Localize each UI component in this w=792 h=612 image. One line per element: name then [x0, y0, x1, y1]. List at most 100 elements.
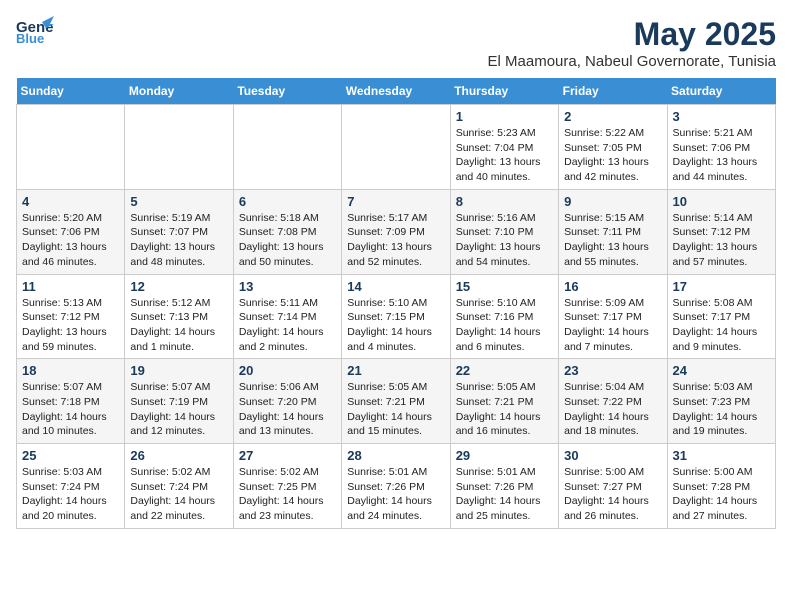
calendar-cell: 22 Sunrise: 5:05 AM Sunset: 7:21 PM Dayli… — [450, 359, 558, 444]
calendar-cell: 11 Sunrise: 5:13 AM Sunset: 7:12 PM Dayli… — [17, 274, 125, 359]
calendar-cell: 5 Sunrise: 5:19 AM Sunset: 7:07 PM Daylig… — [125, 189, 233, 274]
day-info: Sunrise: 5:02 AM Sunset: 7:24 PM Dayligh… — [130, 465, 227, 524]
day-info: Sunrise: 5:03 AM Sunset: 7:24 PM Dayligh… — [22, 465, 119, 524]
calendar-cell — [17, 105, 125, 190]
day-info: Sunrise: 5:19 AM Sunset: 7:07 PM Dayligh… — [130, 211, 227, 270]
header-thursday: Thursday — [450, 78, 558, 105]
header-friday: Friday — [559, 78, 667, 105]
day-info: Sunrise: 5:06 AM Sunset: 7:20 PM Dayligh… — [239, 380, 336, 439]
calendar-header-row: SundayMondayTuesdayWednesdayThursdayFrid… — [17, 78, 776, 105]
calendar-cell: 29 Sunrise: 5:01 AM Sunset: 7:26 PM Dayli… — [450, 444, 558, 529]
header-tuesday: Tuesday — [233, 78, 341, 105]
day-info: Sunrise: 5:08 AM Sunset: 7:17 PM Dayligh… — [673, 296, 770, 355]
calendar-cell: 2Sunrise: 5:22 AM Sunset: 7:05 PM Daylig… — [559, 105, 667, 190]
calendar-cell: 14Sunrise: 5:10 AM Sunset: 7:15 PM Dayli… — [342, 274, 450, 359]
day-number: 22 — [456, 363, 553, 378]
day-number: 5 — [130, 194, 227, 209]
day-number: 27 — [239, 448, 336, 463]
day-info: Sunrise: 5:03 AM Sunset: 7:23 PM Dayligh… — [673, 380, 770, 439]
calendar-week-row: 11 Sunrise: 5:13 AM Sunset: 7:12 PM Dayli… — [17, 274, 776, 359]
day-number: 1 — [456, 109, 553, 124]
day-number: 28 — [347, 448, 444, 463]
calendar-cell: 25 Sunrise: 5:03 AM Sunset: 7:24 PM Dayli… — [17, 444, 125, 529]
day-info: Sunrise: 5:00 AM Sunset: 7:27 PM Dayligh… — [564, 465, 661, 524]
calendar-cell: 9 Sunrise: 5:15 AM Sunset: 7:11 PM Daylig… — [559, 189, 667, 274]
day-info: Sunrise: 5:14 AM Sunset: 7:12 PM Dayligh… — [673, 211, 770, 270]
day-info: Sunrise: 5:23 AM Sunset: 7:04 PM Dayligh… — [456, 126, 553, 185]
day-info: Sunrise: 5:09 AM Sunset: 7:17 PM Dayligh… — [564, 296, 661, 355]
calendar-cell: 17 Sunrise: 5:08 AM Sunset: 7:17 PM Dayli… — [667, 274, 775, 359]
day-info: Sunrise: 5:21 AM Sunset: 7:06 PM Dayligh… — [673, 126, 770, 185]
day-info: Sunrise: 5:15 AM Sunset: 7:11 PM Dayligh… — [564, 211, 661, 270]
day-info: Sunrise: 5:07 AM Sunset: 7:18 PM Dayligh… — [22, 380, 119, 439]
page-title: May 2025 — [488, 16, 776, 53]
calendar-week-row: 4Sunrise: 5:20 AM Sunset: 7:06 PM Daylig… — [17, 189, 776, 274]
calendar-cell: 13 Sunrise: 5:11 AM Sunset: 7:14 PM Dayli… — [233, 274, 341, 359]
day-info: Sunrise: 5:01 AM Sunset: 7:26 PM Dayligh… — [347, 465, 444, 524]
calendar-cell — [342, 105, 450, 190]
calendar-cell: 26 Sunrise: 5:02 AM Sunset: 7:24 PM Dayli… — [125, 444, 233, 529]
day-info: Sunrise: 5:02 AM Sunset: 7:25 PM Dayligh… — [239, 465, 336, 524]
header-monday: Monday — [125, 78, 233, 105]
day-number: 19 — [130, 363, 227, 378]
calendar-cell — [233, 105, 341, 190]
day-number: 13 — [239, 279, 336, 294]
day-number: 9 — [564, 194, 661, 209]
day-number: 10 — [673, 194, 770, 209]
calendar-cell: 3Sunrise: 5:21 AM Sunset: 7:06 PM Daylig… — [667, 105, 775, 190]
page-header: General Blue May 2025 El Maamoura, Nabeu… — [16, 16, 776, 70]
calendar-cell: 27 Sunrise: 5:02 AM Sunset: 7:25 PM Dayli… — [233, 444, 341, 529]
calendar-cell: 7 Sunrise: 5:17 AM Sunset: 7:09 PM Daylig… — [342, 189, 450, 274]
logo: General Blue — [16, 16, 54, 44]
day-number: 18 — [22, 363, 119, 378]
logo-icon: General Blue — [16, 16, 54, 44]
calendar-cell: 15Sunrise: 5:10 AM Sunset: 7:16 PM Dayli… — [450, 274, 558, 359]
calendar-cell: 8 Sunrise: 5:16 AM Sunset: 7:10 PM Daylig… — [450, 189, 558, 274]
calendar-cell: 18 Sunrise: 5:07 AM Sunset: 7:18 PM Dayli… — [17, 359, 125, 444]
day-info: Sunrise: 5:13 AM Sunset: 7:12 PM Dayligh… — [22, 296, 119, 355]
day-number: 21 — [347, 363, 444, 378]
day-number: 7 — [347, 194, 444, 209]
day-number: 30 — [564, 448, 661, 463]
day-number: 14 — [347, 279, 444, 294]
day-info: Sunrise: 5:00 AM Sunset: 7:28 PM Dayligh… — [673, 465, 770, 524]
calendar-cell: 30 Sunrise: 5:00 AM Sunset: 7:27 PM Dayli… — [559, 444, 667, 529]
day-info: Sunrise: 5:16 AM Sunset: 7:10 PM Dayligh… — [456, 211, 553, 270]
calendar-cell: 28 Sunrise: 5:01 AM Sunset: 7:26 PM Dayli… — [342, 444, 450, 529]
calendar-cell: 16 Sunrise: 5:09 AM Sunset: 7:17 PM Dayli… — [559, 274, 667, 359]
day-number: 17 — [673, 279, 770, 294]
day-info: Sunrise: 5:01 AM Sunset: 7:26 PM Dayligh… — [456, 465, 553, 524]
day-number: 25 — [22, 448, 119, 463]
header-wednesday: Wednesday — [342, 78, 450, 105]
svg-text:Blue: Blue — [16, 31, 44, 44]
day-info: Sunrise: 5:10 AM Sunset: 7:16 PM Dayligh… — [456, 296, 553, 355]
header-sunday: Sunday — [17, 78, 125, 105]
day-number: 8 — [456, 194, 553, 209]
day-number: 24 — [673, 363, 770, 378]
day-info: Sunrise: 5:07 AM Sunset: 7:19 PM Dayligh… — [130, 380, 227, 439]
day-number: 20 — [239, 363, 336, 378]
calendar-week-row: 1 Sunrise: 5:23 AM Sunset: 7:04 PM Daylig… — [17, 105, 776, 190]
day-info: Sunrise: 5:11 AM Sunset: 7:14 PM Dayligh… — [239, 296, 336, 355]
day-info: Sunrise: 5:18 AM Sunset: 7:08 PM Dayligh… — [239, 211, 336, 270]
title-block: May 2025 El Maamoura, Nabeul Governorate… — [488, 16, 776, 70]
header-saturday: Saturday — [667, 78, 775, 105]
day-info: Sunrise: 5:17 AM Sunset: 7:09 PM Dayligh… — [347, 211, 444, 270]
calendar-week-row: 18 Sunrise: 5:07 AM Sunset: 7:18 PM Dayli… — [17, 359, 776, 444]
calendar-cell: 20 Sunrise: 5:06 AM Sunset: 7:20 PM Dayli… — [233, 359, 341, 444]
calendar-cell — [125, 105, 233, 190]
day-number: 26 — [130, 448, 227, 463]
day-info: Sunrise: 5:20 AM Sunset: 7:06 PM Dayligh… — [22, 211, 119, 270]
day-number: 16 — [564, 279, 661, 294]
page-subtitle: El Maamoura, Nabeul Governorate, Tunisia — [488, 53, 776, 70]
day-number: 23 — [564, 363, 661, 378]
day-info: Sunrise: 5:05 AM Sunset: 7:21 PM Dayligh… — [456, 380, 553, 439]
day-number: 11 — [22, 279, 119, 294]
day-number: 29 — [456, 448, 553, 463]
calendar-cell: 31Sunrise: 5:00 AM Sunset: 7:28 PM Dayli… — [667, 444, 775, 529]
calendar-cell: 24 Sunrise: 5:03 AM Sunset: 7:23 PM Dayli… — [667, 359, 775, 444]
day-number: 2 — [564, 109, 661, 124]
calendar-table: SundayMondayTuesdayWednesdayThursdayFrid… — [16, 78, 776, 529]
calendar-cell: 12Sunrise: 5:12 AM Sunset: 7:13 PM Dayli… — [125, 274, 233, 359]
day-number: 12 — [130, 279, 227, 294]
